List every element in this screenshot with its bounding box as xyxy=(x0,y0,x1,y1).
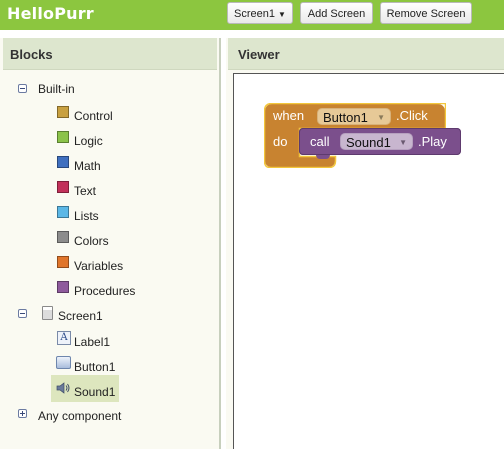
tree-item-builtin[interactable]: Built-in xyxy=(38,82,75,96)
chevron-down-icon: ▼ xyxy=(377,113,385,122)
top-bar: HelloPurr Screen1 ▼ Add Screen Remove Scr… xyxy=(0,0,504,30)
play-method-name: .Play xyxy=(418,134,447,149)
expand-any-component-toggle[interactable] xyxy=(18,409,27,418)
sound1-component-dropdown[interactable]: Sound1 ▼ xyxy=(340,133,413,150)
viewer-panel-title: Viewer xyxy=(238,47,280,62)
chevron-down-icon: ▼ xyxy=(399,138,407,147)
call-keyword: call xyxy=(310,134,330,149)
tree-item-control[interactable]: Control xyxy=(74,109,113,123)
tree-item-screen1[interactable]: Screen1 xyxy=(58,309,103,323)
tree-item-label1[interactable]: Label1 xyxy=(74,335,110,349)
control-color-icon xyxy=(57,106,69,118)
math-color-icon xyxy=(57,156,69,168)
button1-component-dropdown[interactable]: Button1 ▼ xyxy=(317,108,391,125)
text-color-icon xyxy=(57,181,69,193)
button1-dropdown-label: Button1 xyxy=(323,110,368,125)
add-screen-button[interactable]: Add Screen xyxy=(300,2,373,24)
tree-item-sound1[interactable]: Sound1 xyxy=(74,385,115,399)
screen-select-label: Screen1 xyxy=(234,8,276,20)
colors-color-icon xyxy=(57,231,69,243)
tree-item-button1[interactable]: Button1 xyxy=(74,360,115,374)
tree-item-procedures[interactable]: Procedures xyxy=(74,284,135,298)
collapse-builtin-toggle[interactable] xyxy=(18,84,27,93)
tree-item-lists[interactable]: Lists xyxy=(74,209,99,223)
screen-select-button[interactable]: Screen1 ▼ xyxy=(227,2,293,24)
button-component-icon xyxy=(56,356,71,369)
tree-item-any-component[interactable]: Any component xyxy=(38,409,121,423)
tree-item-colors[interactable]: Colors xyxy=(74,234,109,248)
when-keyword: when xyxy=(273,108,305,123)
remove-screen-button[interactable]: Remove Screen xyxy=(380,2,472,24)
lists-color-icon xyxy=(57,206,69,218)
chevron-down-icon: ▼ xyxy=(278,10,286,19)
do-keyword: do xyxy=(273,134,288,149)
screen-icon xyxy=(42,306,53,320)
sound1-dropdown-label: Sound1 xyxy=(346,135,391,150)
blocks-panel-header: Blocks xyxy=(3,38,217,70)
tree-item-logic[interactable]: Logic xyxy=(74,134,103,148)
speaker-icon xyxy=(56,382,70,394)
viewer-panel-header: Viewer xyxy=(228,38,504,70)
tree-item-text[interactable]: Text xyxy=(74,184,96,198)
logic-color-icon xyxy=(57,131,69,143)
procedures-color-icon xyxy=(57,281,69,293)
variables-color-icon xyxy=(57,256,69,268)
app-title: HelloPurr xyxy=(7,4,94,23)
click-event-name: .Click xyxy=(396,108,428,123)
collapse-screen1-toggle[interactable] xyxy=(18,309,27,318)
tree-item-variables[interactable]: Variables xyxy=(74,259,123,273)
blocks-panel-title: Blocks xyxy=(10,47,53,62)
label-icon: A xyxy=(57,331,71,345)
tree-item-math[interactable]: Math xyxy=(74,159,101,173)
